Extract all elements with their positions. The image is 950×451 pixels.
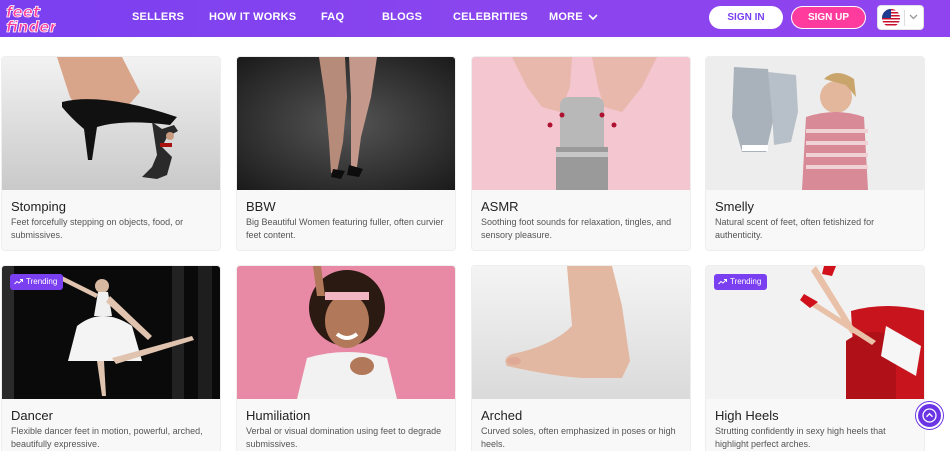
scroll-to-top-button[interactable] bbox=[916, 402, 943, 429]
stomping-image bbox=[2, 57, 220, 190]
category-card-stomping[interactable]: Stomping Feet forcefully stepping on obj… bbox=[1, 56, 221, 251]
trending-label: Trending bbox=[730, 277, 762, 286]
bbw-image bbox=[237, 57, 455, 190]
nav-faq[interactable]: FAQ bbox=[321, 11, 344, 23]
asmr-image bbox=[472, 57, 690, 190]
card-description: Big Beautiful Women featuring fuller, of… bbox=[246, 217, 444, 240]
category-card-humiliation[interactable]: Humiliation Verbal or visual domination … bbox=[236, 265, 456, 451]
nav-celebrities[interactable]: CELEBRITIES bbox=[453, 11, 528, 23]
category-card-high-heels[interactable]: Trending High Heels Strutting confidentl… bbox=[705, 265, 925, 451]
chevron-down-icon bbox=[588, 14, 598, 20]
card-description: Feet forcefully stepping on objects, foo… bbox=[11, 217, 184, 240]
category-card-smelly[interactable]: Smelly Natural scent of feet, often feti… bbox=[705, 56, 925, 251]
arched-image bbox=[472, 266, 690, 399]
category-card-asmr[interactable]: ASMR Soothing foot sounds for relaxation… bbox=[471, 56, 691, 251]
card-title: ASMR bbox=[481, 199, 519, 214]
smelly-image bbox=[706, 57, 924, 190]
trending-icon bbox=[14, 279, 23, 285]
nav-more-label: MORE bbox=[549, 11, 583, 23]
card-description: Natural scent of feet, often fetishized … bbox=[715, 217, 875, 240]
us-flag-icon bbox=[882, 9, 900, 27]
card-title: High Heels bbox=[715, 408, 779, 423]
svg-text:finder: finder bbox=[6, 18, 56, 35]
category-card-arched[interactable]: Arched Curved soles, often emphasized in… bbox=[471, 265, 691, 451]
top-navigation-bar: feet finder SELLERS HOW IT WORKS FAQ BLO… bbox=[0, 0, 950, 37]
card-title: Stomping bbox=[11, 199, 66, 214]
humiliation-image bbox=[237, 266, 455, 399]
card-title: BBW bbox=[246, 199, 276, 214]
trending-label: Trending bbox=[26, 277, 58, 286]
nav-more[interactable]: MORE bbox=[549, 11, 598, 23]
nav-how-it-works[interactable]: HOW IT WORKS bbox=[209, 11, 296, 23]
nav-blogs[interactable]: BLOGS bbox=[382, 11, 422, 23]
card-description: Verbal or visual domination using feet t… bbox=[246, 426, 442, 449]
chevron-up-icon bbox=[922, 408, 937, 423]
card-description: Flexible dancer feet in motion, powerful… bbox=[11, 426, 203, 449]
category-card-bbw[interactable]: BBW Big Beautiful Women featuring fuller… bbox=[236, 56, 456, 251]
trending-icon bbox=[718, 279, 727, 285]
language-selector[interactable] bbox=[877, 5, 924, 30]
sign-in-button[interactable]: SIGN IN bbox=[709, 6, 783, 29]
category-card-dancer[interactable]: Trending Dancer Flexible dancer feet in … bbox=[1, 265, 221, 451]
feet-finder-logo[interactable]: feet finder bbox=[4, 2, 59, 37]
chevron-down-icon bbox=[909, 14, 918, 20]
card-description: Strutting confidently in sexy high heels… bbox=[715, 426, 886, 449]
sign-up-button[interactable]: SIGN UP bbox=[791, 6, 866, 29]
card-title: Humiliation bbox=[246, 408, 311, 423]
card-description: Soothing foot sounds for relaxation, tin… bbox=[481, 217, 672, 240]
trending-badge: Trending bbox=[10, 274, 64, 290]
language-divider bbox=[904, 10, 905, 26]
card-title: Arched bbox=[481, 408, 523, 423]
trending-badge: Trending bbox=[714, 274, 768, 290]
card-title: Dancer bbox=[11, 408, 53, 423]
nav-sellers[interactable]: SELLERS bbox=[132, 11, 184, 23]
card-title: Smelly bbox=[715, 199, 755, 214]
card-description: Curved soles, often emphasized in poses … bbox=[481, 426, 676, 449]
